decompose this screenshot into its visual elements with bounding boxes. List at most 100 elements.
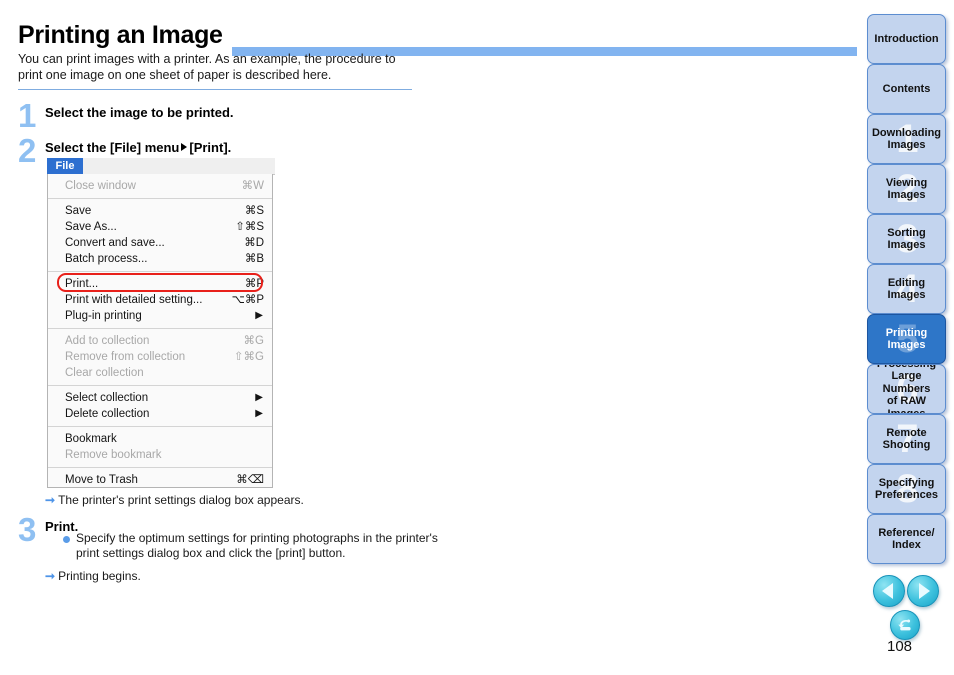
menu-item-label: Select collection	[65, 392, 149, 404]
step-2-title-after: [Print].	[189, 140, 232, 155]
menu-item-remove-from-collection[interactable]: Remove from collection ⇧⌘G	[48, 349, 272, 365]
sidebar-item-label: Viewing Images	[885, 176, 928, 202]
step-3: 3 Print. Specify the optimum settings fo…	[18, 513, 438, 583]
menu-item-close-window[interactable]: Close window ⌘W	[48, 178, 272, 194]
menu-item-label: Remove bookmark	[65, 449, 162, 461]
menu-item-select-collection[interactable]: Select collection ▶	[48, 390, 272, 406]
menu-item-shortcut: ⌘D	[244, 237, 264, 249]
sidebar-item-viewing-images[interactable]: 2 Viewing Images	[867, 164, 946, 214]
menu-item-label: Clear collection	[65, 367, 144, 379]
sidebar-item-remote-shooting[interactable]: 7 Remote Shooting	[867, 414, 946, 464]
menu-separator	[48, 426, 272, 427]
menu-separator	[48, 467, 272, 468]
sidebar-item-introduction[interactable]: Introduction	[867, 14, 946, 64]
menu-separator	[48, 328, 272, 329]
menu-item-label: Delete collection	[65, 408, 150, 420]
sidebar-item-printing-images[interactable]: 5 Printing Images	[867, 314, 946, 364]
menu-item-bookmark[interactable]: Bookmark	[48, 431, 272, 447]
return-arrow-icon	[891, 611, 919, 639]
menu-item-shortcut: ⇧⌘S	[235, 221, 264, 233]
step-2-title: Select the [File] menu [Print].	[45, 140, 231, 155]
triangle-right-icon	[181, 143, 188, 151]
step-1-title: Select the image to be printed.	[45, 105, 234, 120]
manual-page: Printing an Image You can print images w…	[0, 0, 954, 675]
file-menu-dropdown: Close window ⌘W Save ⌘S Save As... ⇧⌘S C…	[47, 174, 273, 488]
menu-item-label: Bookmark	[65, 433, 117, 445]
menu-item-shortcut: ⌘G	[243, 335, 264, 347]
menu-item-label: Plug-in printing	[65, 310, 142, 322]
submenu-arrow-icon: ▶	[255, 408, 263, 419]
previous-page-button[interactable]	[873, 575, 905, 607]
sidebar-item-label: Sorting Images	[887, 226, 926, 252]
menu-item-label: Convert and save...	[65, 237, 165, 249]
sidebar-item-contents[interactable]: Contents	[867, 64, 946, 114]
sidebar-item-editing-images[interactable]: 4 Editing Images	[867, 264, 946, 314]
sidebar-item-reference-index[interactable]: Reference/ Index	[867, 514, 946, 564]
bullet-dot-icon	[63, 536, 70, 543]
sidebar-item-sorting-images[interactable]: 3 Sorting Images	[867, 214, 946, 264]
sidebar-item-label: Contents	[882, 82, 931, 95]
menu-bar-item-file[interactable]: File	[47, 158, 83, 174]
menu-separator	[48, 385, 272, 386]
menu-item-convert-and-save[interactable]: Convert and save... ⌘D	[48, 235, 272, 251]
menu-item-label: Print...	[65, 278, 99, 290]
menu-item-shortcut: ⌘S	[244, 205, 264, 217]
menu-bar: File	[47, 158, 275, 175]
arrow-right-icon: ➞	[45, 493, 56, 507]
sidebar-item-label: Editing Images	[887, 276, 926, 302]
arrow-left-icon	[874, 576, 904, 606]
step-2-title-before: Select the [File] menu	[45, 140, 180, 155]
menu-item-shortcut: ⌘W	[241, 180, 264, 192]
sidebar-item-label: Reference/ Index	[878, 526, 935, 552]
sidebar-item-label: Downloading Images	[871, 126, 942, 152]
sidebar-item-processing-large-numbers-of-raw-images[interactable]: 6 Processing Large Numbers of RAW Images	[867, 364, 946, 414]
menu-item-move-to-trash[interactable]: Move to Trash ⌘⌫	[48, 472, 272, 488]
page-title-row: Printing an Image	[18, 18, 857, 56]
menu-item-shortcut: ⇧⌘G	[233, 351, 264, 363]
section-divider	[18, 89, 412, 90]
menu-item-save-as[interactable]: Save As... ⇧⌘S	[48, 219, 272, 235]
menu-item-delete-collection[interactable]: Delete collection ▶	[48, 406, 272, 422]
menu-item-label: Save As...	[65, 221, 117, 233]
menu-item-label: Save	[65, 205, 92, 217]
step-3-result: ➞ Printing begins.	[45, 569, 141, 584]
menu-item-plug-in-printing[interactable]: Plug-in printing ▶	[48, 308, 272, 324]
menu-item-add-to-collection[interactable]: Add to collection ⌘G	[48, 333, 272, 349]
menu-item-print[interactable]: Print... ⌘P	[48, 276, 272, 292]
step-1-number: 1	[18, 97, 37, 134]
back-button[interactable]	[890, 610, 920, 640]
next-page-button[interactable]	[907, 575, 939, 607]
menu-item-label: Remove from collection	[65, 351, 186, 363]
intro-paragraph: You can print images with a printer. As …	[18, 52, 396, 82]
sidebar-item-specifying-preferences[interactable]: 8 Specifying Preferences	[867, 464, 946, 514]
bullet-text: Specify the optimum settings for printin…	[76, 531, 438, 560]
sidebar-item-label: Introduction	[874, 32, 939, 45]
content-area: Printing an Image You can print images w…	[0, 0, 857, 675]
menu-item-label: Print with detailed setting...	[65, 294, 203, 306]
sidebar-item-label: Processing Large Numbers of RAW Images	[877, 365, 936, 414]
submenu-arrow-icon: ▶	[255, 392, 263, 403]
menu-item-label: Close window	[65, 180, 136, 192]
menu-item-shortcut: ⌘B	[244, 253, 264, 265]
menu-item-batch-process[interactable]: Batch process... ⌘B	[48, 251, 272, 267]
menu-separator	[48, 198, 272, 199]
menu-item-save[interactable]: Save ⌘S	[48, 203, 272, 219]
file-menu-screenshot: File Close window ⌘W Save ⌘S Save As... …	[47, 158, 275, 490]
menu-item-shortcut: ⌘P	[244, 278, 264, 290]
page-number: 108	[886, 638, 913, 655]
menu-item-label: Batch process...	[65, 253, 148, 265]
menu-item-shortcut: ⌥⌘P	[231, 294, 264, 306]
menu-item-shortcut: ⌘⌫	[236, 474, 264, 486]
menu-item-clear-collection[interactable]: Clear collection	[48, 365, 272, 381]
page-title: Printing an Image	[18, 21, 223, 49]
sidebar-item-downloading-images[interactable]: 1 Downloading Images	[867, 114, 946, 164]
list-item: Specify the optimum settings for printin…	[63, 531, 443, 561]
menu-item-remove-bookmark[interactable]: Remove bookmark	[48, 447, 272, 463]
sidebar-item-label: Printing Images	[885, 326, 928, 352]
submenu-arrow-icon: ▶	[255, 310, 263, 321]
menu-separator	[48, 271, 272, 272]
menu-item-print-with-detailed-setting[interactable]: Print with detailed setting... ⌥⌘P	[48, 292, 272, 308]
menu-item-label: Move to Trash	[65, 474, 138, 486]
step-2-number: 2	[18, 132, 37, 169]
menu-item-label: Add to collection	[65, 335, 150, 347]
